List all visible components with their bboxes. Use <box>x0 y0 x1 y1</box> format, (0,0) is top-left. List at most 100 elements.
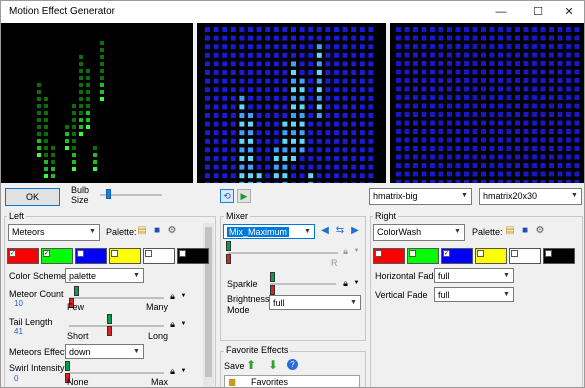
color-scheme-select[interactable]: palette ▼ <box>65 268 144 283</box>
right-palette-color-1[interactable] <box>373 248 405 264</box>
minimize-button[interactable]: — <box>484 3 518 21</box>
horizontal-fade-select[interactable]: full ▼ <box>434 268 514 283</box>
right-palette-color-4[interactable] <box>475 248 507 264</box>
preview-pixel <box>351 147 357 153</box>
preview-pixel <box>481 103 486 109</box>
left-palette-color-3[interactable] <box>75 248 107 264</box>
right-palette-color-5[interactable] <box>509 248 541 264</box>
right-palette-color-2[interactable] <box>407 248 439 264</box>
preview-pixel <box>334 87 339 93</box>
favorites-up-arrow-icon[interactable]: ⬆ <box>245 359 257 371</box>
tail-length-lock-icon[interactable]: 🔒︎ <box>168 319 177 329</box>
tail-length-slider-min-thumb[interactable] <box>107 326 112 336</box>
preview-pixel <box>65 125 69 129</box>
meteor-count-options-chevron-down-icon[interactable]: ▼ <box>180 291 187 301</box>
mix-options-chevron-down-icon[interactable]: ▼ <box>353 246 360 256</box>
swap-arrows-icon[interactable]: ⇆ <box>334 225 346 237</box>
tail-length-options-chevron-down-icon[interactable]: ▼ <box>180 319 187 329</box>
tail-length-slider-max-thumb[interactable] <box>107 314 112 324</box>
sparkle-slider-min-thumb[interactable] <box>270 285 275 295</box>
right-palette-save-icon[interactable]: ■ <box>519 225 531 237</box>
preview-pixel <box>481 86 486 92</box>
matrix-select[interactable]: hmatrix20x30 ▼ <box>479 188 582 205</box>
bulb-size-slider-thumb[interactable] <box>105 189 111 199</box>
left-palette-color-checkbox[interactable]: ✓ <box>43 250 50 257</box>
mix-mode-select[interactable]: Mix_Maximum ▼ <box>223 224 315 239</box>
right-palette-color-3[interactable]: ✓ <box>441 248 473 264</box>
meteors-effect-select[interactable]: down ▼ <box>65 344 144 359</box>
favorites-tree-item[interactable]: Favorites <box>251 377 288 387</box>
preview-pixel <box>230 61 236 67</box>
preview-pixel <box>430 95 435 100</box>
preview-pixel <box>498 86 503 92</box>
swirl-intensity-options-chevron-down-icon[interactable]: ▼ <box>180 366 187 376</box>
move-right-arrow-icon[interactable]: ▶ <box>349 225 361 237</box>
vertical-fade-select[interactable]: full ▼ <box>434 287 514 302</box>
right-palette-color-checkbox[interactable]: ✓ <box>443 250 450 257</box>
preview-pixel <box>506 146 512 151</box>
preview-pixel <box>455 69 461 75</box>
mix-amount-slider-track[interactable] <box>228 252 338 254</box>
mix-lock-icon[interactable]: 🔒︎ <box>341 246 350 256</box>
left-palette-color-checkbox[interactable] <box>111 250 118 257</box>
mix-amount-slider-min-thumb[interactable] <box>226 254 231 264</box>
meteor-count-lock-icon[interactable]: 🔒︎ <box>168 291 177 301</box>
left-palette-color-1[interactable]: ✓ <box>7 248 39 264</box>
left-palette-color-4[interactable] <box>109 248 141 264</box>
play-button[interactable]: ▶ <box>237 189 251 203</box>
loop-toggle-button[interactable]: ⟲ <box>220 189 234 203</box>
sparkle-options-chevron-down-icon[interactable]: ▼ <box>353 278 360 288</box>
left-palette-save-icon[interactable]: ■ <box>151 225 163 237</box>
ok-button[interactable]: OK <box>5 188 60 206</box>
left-palette-settings-gear-icon[interactable]: ⚙ <box>166 225 178 237</box>
tail-length-slider-track[interactable] <box>69 325 164 327</box>
swirl-intensity-lock-icon[interactable]: 🔒︎ <box>168 366 177 376</box>
preview-pixel <box>213 113 219 118</box>
right-palette-color-checkbox[interactable] <box>511 250 518 257</box>
right-palette-color-checkbox[interactable] <box>477 250 484 257</box>
swirl-intensity-slider-track[interactable] <box>69 372 164 374</box>
help-icon[interactable]: ? <box>287 359 298 370</box>
preview-pixel <box>72 153 76 157</box>
move-left-arrow-icon[interactable]: ◀ <box>319 225 331 237</box>
maximize-button[interactable]: ☐ <box>521 3 555 21</box>
left-palette-color-2[interactable]: ✓ <box>41 248 73 264</box>
meteor-count-slider-track[interactable] <box>69 297 164 299</box>
sparkle-slider-max-thumb[interactable] <box>270 272 275 282</box>
right-palette-color-6[interactable] <box>543 248 575 264</box>
left-palette-color-checkbox[interactable] <box>179 250 186 257</box>
preview-pixel <box>79 83 83 87</box>
meteor-count-slider-max-thumb[interactable] <box>74 286 79 296</box>
left-palette-color-checkbox[interactable]: ✓ <box>9 250 16 257</box>
preview-pixel <box>273 44 279 50</box>
right-palette-color-checkbox[interactable] <box>375 250 382 257</box>
close-button[interactable]: ✕ <box>552 3 584 21</box>
sparkle-slider-track[interactable] <box>270 283 336 285</box>
preview-pixel <box>532 129 537 134</box>
favorites-tree[interactable]: ▆ Favorites <box>224 375 360 387</box>
left-palette-color-5[interactable] <box>143 248 175 264</box>
model-select[interactable]: hmatrix-big ▼ <box>369 188 472 205</box>
brightness-mode-select[interactable]: full ▼ <box>269 295 361 310</box>
right-effect-select[interactable]: ColorWash ▼ <box>373 224 465 241</box>
preview-pixel <box>256 70 262 75</box>
right-palette-settings-gear-icon[interactable]: ⚙ <box>534 225 546 237</box>
preview-pixel <box>515 61 520 66</box>
left-effect-select[interactable]: Meteors ▼ <box>8 224 100 241</box>
preview-pixel <box>44 146 48 150</box>
right-palette-open-icon[interactable]: ▤ <box>504 225 516 237</box>
right-palette-color-checkbox[interactable] <box>545 250 552 257</box>
sparkle-lock-icon[interactable]: 🔒︎ <box>341 278 350 288</box>
left-palette-color-checkbox[interactable] <box>145 250 152 257</box>
mix-amount-slider-max-thumb[interactable] <box>226 241 231 251</box>
right-palette-color-checkbox[interactable] <box>409 250 416 257</box>
left-palette-color-6[interactable] <box>177 248 209 264</box>
preview-pixel <box>532 171 537 177</box>
preview-pixel <box>334 147 339 153</box>
left-palette-open-icon[interactable]: ▤ <box>136 225 148 237</box>
preview-pixel <box>265 130 271 136</box>
favorites-down-arrow-icon[interactable]: ⬇ <box>267 359 279 371</box>
swirl-intensity-slider-max-thumb[interactable] <box>65 361 70 371</box>
preview-pixel <box>368 35 374 41</box>
left-palette-color-checkbox[interactable] <box>77 250 84 257</box>
